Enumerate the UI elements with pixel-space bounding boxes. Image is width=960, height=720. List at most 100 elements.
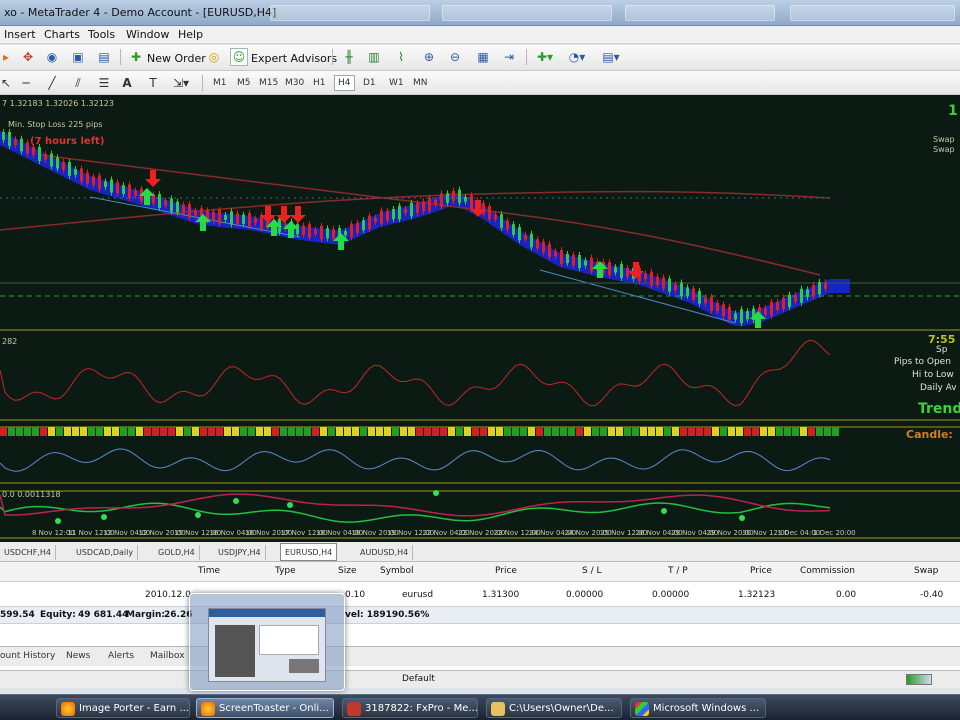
- taskbar-thumbnail-preview[interactable]: [189, 593, 345, 691]
- new-order-button[interactable]: New Order: [147, 52, 206, 65]
- col-sl[interactable]: S / L: [582, 566, 601, 576]
- arrows-icon[interactable]: ⇲▾: [170, 75, 192, 91]
- tab-mailbox[interactable]: Mailbox: [150, 651, 185, 661]
- candle-body: [506, 220, 509, 230]
- trend-color-cell: [592, 427, 599, 436]
- menu-window[interactable]: Window: [126, 28, 169, 41]
- taskbar-item-microsoft-windows[interactable]: Microsoft Windows ...: [630, 698, 766, 718]
- text-label-icon[interactable]: T: [146, 75, 160, 91]
- row-commission: 0.00: [836, 590, 857, 600]
- new-order-icon[interactable]: ✚: [128, 49, 144, 65]
- tile-windows-icon[interactable]: ▦: [474, 49, 492, 65]
- tab-gold-h4[interactable]: GOLD,H4: [154, 545, 200, 560]
- timeframe-mn[interactable]: MN: [410, 75, 431, 91]
- terminal-tabs: ount History News Alerts Mailbox: [0, 646, 960, 666]
- menu-help[interactable]: Help: [178, 28, 203, 41]
- menu-insert[interactable]: Insert: [4, 28, 36, 41]
- indicators-icon[interactable]: ✚▾: [534, 49, 556, 65]
- candle-body: [728, 306, 731, 320]
- menu-charts[interactable]: Charts: [44, 28, 80, 41]
- autoscroll-icon[interactable]: ⇥: [500, 49, 518, 65]
- timeframe-h4[interactable]: H4: [334, 75, 355, 91]
- terminal-icon[interactable]: ▤: [96, 49, 112, 65]
- candle-body: [530, 233, 533, 248]
- timeframe-h1[interactable]: H1: [310, 75, 329, 91]
- line-chart-icon[interactable]: ⌇: [392, 49, 410, 65]
- channel-icon[interactable]: ⫽: [70, 75, 86, 91]
- cursor-icon[interactable]: ↖: [0, 75, 12, 91]
- candle-body: [608, 262, 611, 276]
- candle-body: [674, 284, 677, 291]
- zoom-out-icon[interactable]: ⊖: [446, 49, 464, 65]
- trend-color-cell: [736, 427, 743, 436]
- trend-color-cell: [288, 427, 295, 436]
- col-commission[interactable]: Commission: [800, 566, 855, 576]
- table-row[interactable]: 2010.12.0 0.10 eurusd 1.31300 0.00000 0.…: [0, 590, 960, 606]
- tab-usdjpy-h4[interactable]: USDJPY,H4: [214, 545, 266, 560]
- new-chart-icon[interactable]: ▸: [0, 49, 12, 65]
- tab-audusd-h4[interactable]: AUDUSD,H4: [356, 545, 414, 560]
- candle-body: [80, 168, 83, 182]
- tab-usdcad-daily[interactable]: USDCAD,Daily: [72, 545, 139, 560]
- trend-color-cell: [528, 427, 535, 436]
- trend-color-cell: [728, 427, 735, 436]
- col-time[interactable]: Time: [198, 566, 220, 576]
- taskbar-item-explorer[interactable]: C:\Users\Owner\De...: [486, 698, 622, 718]
- candle-body: [434, 200, 437, 205]
- candle-body: [74, 169, 77, 175]
- periods-icon[interactable]: ◔▾: [566, 49, 588, 65]
- candle-body: [578, 254, 581, 269]
- trend-color-cell: [584, 427, 591, 436]
- col-swap[interactable]: Swap: [914, 566, 938, 576]
- candle-body: [428, 197, 431, 211]
- col-price[interactable]: Price: [495, 566, 517, 576]
- move-icon[interactable]: ✥: [20, 49, 36, 65]
- candle-body: [566, 254, 569, 263]
- metatrader-icon: [347, 702, 361, 716]
- candle-body: [554, 251, 557, 257]
- expert-advisors-button[interactable]: Expert Advisors: [251, 52, 337, 65]
- fibonacci-icon[interactable]: ☰: [96, 75, 112, 91]
- zoom-in-icon[interactable]: ⊕: [420, 49, 438, 65]
- tab-news[interactable]: News: [66, 651, 90, 661]
- navigator-icon[interactable]: ◉: [44, 49, 60, 65]
- expert-advisors-icon[interactable]: ☺: [230, 48, 248, 66]
- tab-alerts[interactable]: Alerts: [108, 651, 134, 661]
- history-center-icon[interactable]: ◎: [206, 49, 222, 65]
- taskbar-label: C:\Users\Owner\De...: [509, 702, 614, 714]
- menu-tools[interactable]: Tools: [88, 28, 115, 41]
- candle-body: [92, 176, 95, 185]
- templates-icon[interactable]: ▤▾: [600, 49, 622, 65]
- trend-color-cell: [128, 427, 135, 436]
- col-size[interactable]: Size: [338, 566, 356, 576]
- timeframe-m30[interactable]: M30: [282, 75, 307, 91]
- timeframe-d1[interactable]: D1: [360, 75, 379, 91]
- data-window-icon[interactable]: ▣: [70, 49, 86, 65]
- col-symbol[interactable]: Symbol: [380, 566, 414, 576]
- timeframe-m5[interactable]: M5: [234, 75, 254, 91]
- taskbar-item-screentoaster[interactable]: ScreenToaster - Onli...: [196, 698, 334, 718]
- tab-eurusd-h4[interactable]: EURUSD,H4: [280, 543, 338, 561]
- tab-usdchf-h4[interactable]: USDCHF,H4: [0, 545, 56, 560]
- price-chart[interactable]: [0, 95, 960, 542]
- timeframe-w1[interactable]: W1: [386, 75, 407, 91]
- text-icon[interactable]: A: [120, 75, 134, 91]
- timeframe-m1[interactable]: M1: [210, 75, 230, 91]
- col-type[interactable]: Type: [275, 566, 296, 576]
- tab-account-history[interactable]: ount History: [0, 651, 55, 661]
- chart-window[interactable]: 7 1.32183 1.32026 1.32123 Min. Stop Loss…: [0, 95, 960, 542]
- col-current-price[interactable]: Price: [750, 566, 772, 576]
- taskbar-item-fxpro[interactable]: 3187822: FxPro - Me...: [342, 698, 478, 718]
- timeframe-m15[interactable]: M15: [256, 75, 281, 91]
- taskbar-item-image-porter[interactable]: Image Porter - Earn ...: [56, 698, 190, 718]
- candle-body: [2, 131, 5, 141]
- bar-chart-icon[interactable]: ╫: [340, 49, 358, 65]
- candle-body: [392, 209, 395, 219]
- horizontal-line-icon[interactable]: ─: [18, 75, 34, 91]
- balance-value: 599.54: [0, 610, 35, 620]
- trend-color-cell: [472, 427, 479, 436]
- candlestick-icon[interactable]: ▥: [365, 49, 383, 65]
- col-tp[interactable]: T / P: [668, 566, 688, 576]
- trendline-icon[interactable]: ╱: [44, 75, 60, 91]
- candle-body: [572, 254, 575, 266]
